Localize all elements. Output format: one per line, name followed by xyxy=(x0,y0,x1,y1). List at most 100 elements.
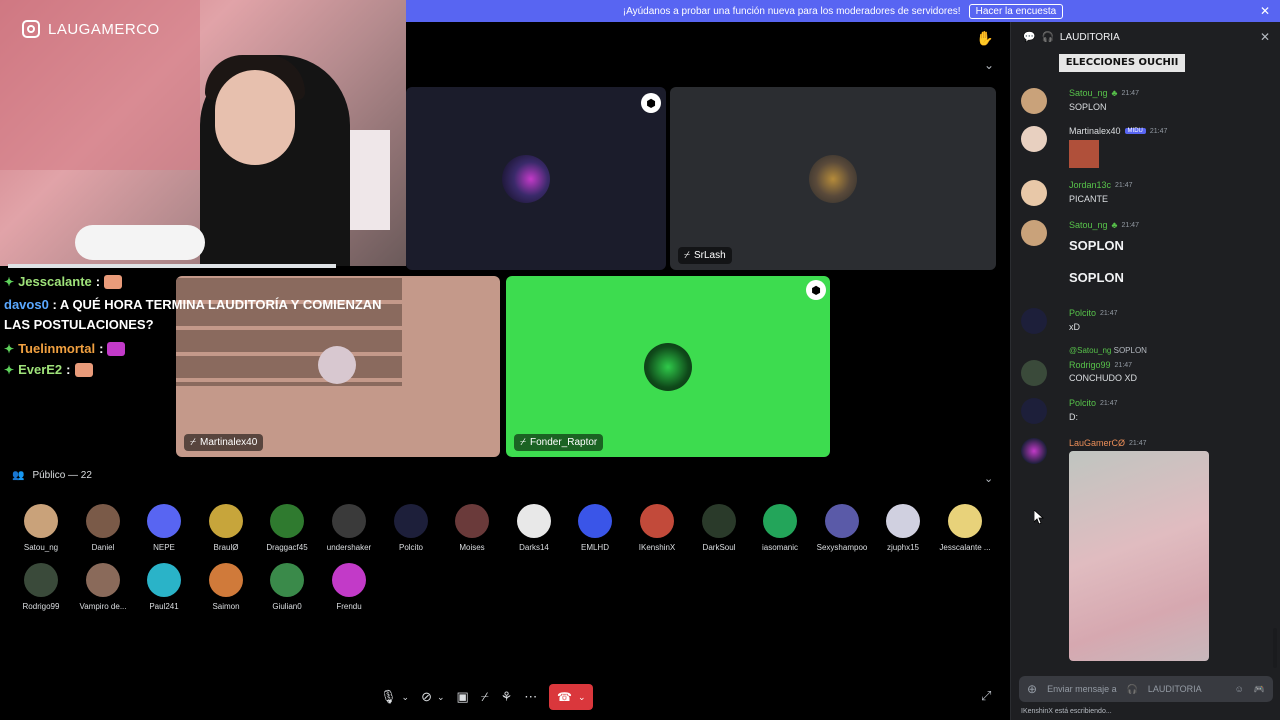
avatar[interactable] xyxy=(1021,180,1047,206)
audience-member[interactable]: BraulØ xyxy=(195,504,257,552)
message-author[interactable]: Rodrigo99 xyxy=(1069,360,1111,370)
audience-member[interactable]: Daniel xyxy=(72,504,134,552)
microphone-button[interactable]: 🎙 ⌄ xyxy=(380,689,409,705)
audience-member[interactable]: IKenshinX xyxy=(626,504,688,552)
audience-member[interactable]: undershaker xyxy=(318,504,380,552)
audience-member[interactable]: DarkSoul xyxy=(688,504,750,552)
audience-member-name: Jesscalante ... xyxy=(939,543,991,552)
audience-member[interactable]: Frendu xyxy=(318,563,380,611)
emoji-icon[interactable]: ☺ xyxy=(1235,684,1244,694)
message-input-placeholder: Enviar mensaje a xyxy=(1047,684,1117,694)
participant-tile[interactable]: ⬢ xyxy=(406,87,666,270)
message-author[interactable]: Jordan13c xyxy=(1069,180,1111,190)
audience-member[interactable]: zjuphx15 xyxy=(872,504,934,552)
reply-user: @Satou_ng xyxy=(1069,346,1112,355)
audience-member-name: Darks14 xyxy=(519,543,549,552)
avatar xyxy=(270,563,304,597)
sub-badge-icon: ✦ xyxy=(4,341,15,356)
avatar xyxy=(948,504,982,538)
verified-icon: ♣ xyxy=(1111,88,1118,98)
audience-member[interactable]: Saimon xyxy=(195,563,257,611)
audience-member[interactable]: NEPE xyxy=(133,504,195,552)
close-icon[interactable]: ✕ xyxy=(1260,4,1270,18)
chevron-down-icon[interactable]: ⌄ xyxy=(437,692,445,703)
message-author[interactable]: LauGamerCØ xyxy=(1069,438,1125,448)
audience-member-name: Saimon xyxy=(212,602,240,611)
participant-name-label: ⌿ Martinalex40 xyxy=(184,434,264,451)
avatar[interactable] xyxy=(1021,438,1047,464)
chat-message: Polcito 21:47 xD xyxy=(1021,308,1271,336)
participant-name-label: ⌿ Fonder_Raptor xyxy=(514,434,604,451)
message-author[interactable]: Satou_ng xyxy=(1069,88,1108,98)
mouse-cursor-icon xyxy=(1034,510,1044,524)
message-author[interactable]: Polcito xyxy=(1069,308,1096,318)
reply-reference[interactable]: @Satou_ng SOPLON xyxy=(1069,346,1147,355)
participant-tile[interactable]: ⬢ ⌿ Fonder_Raptor xyxy=(506,276,830,457)
avatar[interactable] xyxy=(1021,220,1047,246)
muted-mic-icon: ⌿ xyxy=(190,437,196,448)
audience-member-name: Paul241 xyxy=(149,602,179,611)
audience-member-name: EMLHD xyxy=(580,543,609,552)
activities-button[interactable]: ⚘ xyxy=(501,689,513,705)
message-author[interactable]: Satou_ng xyxy=(1069,220,1108,230)
gamepad-icon[interactable]: 🎮 xyxy=(1254,684,1265,695)
screen-share-button[interactable]: ▣ xyxy=(457,689,469,705)
avatar[interactable] xyxy=(1021,360,1047,386)
audience-member[interactable]: Polcito xyxy=(380,504,442,552)
audience-member-name: Vampiro de... xyxy=(79,602,127,611)
avatar[interactable] xyxy=(1021,398,1047,424)
audience-member[interactable]: EMLHD xyxy=(564,504,626,552)
audience-member[interactable]: Giulian0 xyxy=(256,563,318,611)
message-time: 21:47 xyxy=(1114,361,1133,369)
message-input[interactable]: ⊕ Enviar mensaje a 🎧 LAUDITORIA ☺ 🎮 xyxy=(1019,676,1273,702)
avatar xyxy=(640,504,674,538)
avatar[interactable] xyxy=(1021,308,1047,334)
audience-member[interactable]: iasomanic xyxy=(749,504,811,552)
audience-member[interactable]: Jesscalante ... xyxy=(934,504,996,552)
chat-scrollbar[interactable] xyxy=(1273,628,1277,668)
audience-member[interactable]: Satou_ng xyxy=(10,504,72,552)
audience-member[interactable]: Paul241 xyxy=(133,563,195,611)
overlay-sep: : xyxy=(52,297,57,312)
audience-header: 👥 Público — 22 xyxy=(12,470,92,481)
participant-name: SrLash xyxy=(694,250,726,261)
chevron-down-icon[interactable]: ⌄ xyxy=(402,692,410,703)
audience-member[interactable]: Sexyshampoo xyxy=(811,504,873,552)
survey-button[interactable]: Hacer la encuesta xyxy=(968,3,1064,19)
audience-member-name: undershaker xyxy=(326,543,372,552)
speaker-badge-icon: ⬢ xyxy=(806,280,826,300)
chat-message: Satou_ng ♣ 21:47 SOPLON SOPLON xyxy=(1021,220,1271,290)
chat-message: LauGamerCØ 21:47 xyxy=(1021,438,1271,662)
more-options-button[interactable]: ⋯ xyxy=(524,689,537,705)
chevron-down-icon[interactable]: ⌄ xyxy=(984,58,994,72)
audience-member[interactable]: Moises xyxy=(441,504,503,552)
message-time: 21:47 xyxy=(1115,181,1133,189)
add-attachment-icon[interactable]: ⊕ xyxy=(1027,682,1037,696)
message-author[interactable]: Martinalex40 xyxy=(1069,126,1121,136)
audience-member-name: Moises xyxy=(459,543,485,552)
attached-image[interactable] xyxy=(1069,451,1209,661)
avatar[interactable] xyxy=(1021,88,1047,114)
audience-member[interactable]: Draggacf45 xyxy=(256,504,318,552)
fullscreen-icon[interactable]: ⤢ xyxy=(981,688,991,704)
avatar xyxy=(209,563,243,597)
avatar[interactable] xyxy=(1021,126,1047,152)
elecciones-image[interactable]: ELECCIONES OUCHII xyxy=(1059,54,1185,72)
participant-tile[interactable]: ⌿ SrLash xyxy=(670,87,996,270)
message-time: 21:47 xyxy=(1121,221,1139,229)
close-icon[interactable]: ✕ xyxy=(1260,30,1270,44)
message-author[interactable]: Polcito xyxy=(1069,398,1096,408)
raise-hand-icon[interactable]: ✋ xyxy=(976,30,993,47)
chat-message: Satou_ng ♣ 21:47 SOPLON xyxy=(1021,88,1271,118)
audience-member[interactable]: Darks14 xyxy=(503,504,565,552)
stream-off-button[interactable]: ⌿ xyxy=(481,689,489,705)
message-text: D: xyxy=(1069,412,1078,422)
chevron-down-icon[interactable]: ⌄ xyxy=(984,472,993,485)
camera-button[interactable]: ⊘ ⌄ xyxy=(421,689,444,705)
sticker-image[interactable] xyxy=(1069,140,1099,168)
audience-member[interactable]: Vampiro de... xyxy=(72,563,134,611)
end-call-button[interactable]: ☎ ⌄ xyxy=(549,684,594,710)
audience-member[interactable]: Rodrigo99 xyxy=(10,563,72,611)
participant-avatar xyxy=(644,343,692,391)
speaker-badge-icon: ⬢ xyxy=(641,93,661,113)
